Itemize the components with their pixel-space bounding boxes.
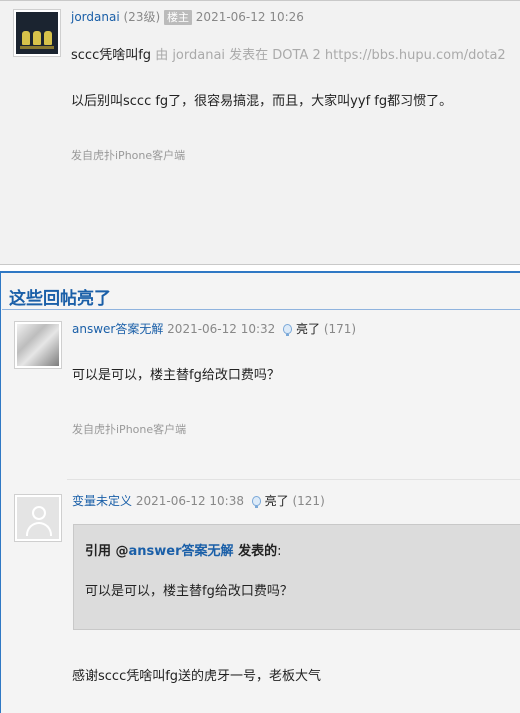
op-title-text: sccc凭啥叫fg [71,48,152,63]
reply-username[interactable]: answer答案无解 [72,322,163,336]
title-divider [2,309,520,310]
highlighted-replies: 这些回帖亮了 answer答案无解 2021-06-12 10:32 亮了 (1… [0,271,520,713]
reply-time: 2021-06-12 10:32 [167,322,276,336]
op-badge: 楼主 [163,10,192,25]
quote-prefix: 引用 @ [85,544,129,559]
quote-colon: : [277,544,282,559]
avatar-image [16,12,58,54]
light-label[interactable]: 亮了 [296,322,320,336]
reply-time: 2021-06-12 10:38 [135,494,244,508]
op-time: 2021-06-12 10:26 [195,10,304,24]
light-bulb-icon[interactable] [251,496,261,508]
light-count: (121) [292,494,325,508]
op-username[interactable]: jordanai [71,10,120,24]
reply-meta: answer答案无解 2021-06-12 10:32 亮了 (171) [72,320,356,337]
reply-meta: 变量未定义 2021-06-12 10:38 亮了 (121) [72,492,325,509]
light-bulb-icon[interactable] [283,324,293,336]
light-count: (171) [323,322,357,336]
avatar-image [17,324,59,366]
op-client: 发自虎扑iPhone客户端 [71,149,186,162]
reply-body: 可以是可以，楼主替fg给改口费吗？ [72,368,280,383]
quote-text: 可以是可以，楼主替fg给改口费吗？ [85,584,293,599]
op-avatar[interactable] [13,9,61,57]
op-title-source: 由 jordanai 发表在 DOTA 2 https://bbs.hupu.c… [155,48,506,63]
op-level: (23级) [123,10,161,24]
light-label[interactable]: 亮了 [265,494,289,508]
op-post: jordanai (23级) 楼主 2021-06-12 10:26 sccc凭… [0,0,520,265]
highlighted-title: 这些回帖亮了 [9,289,111,309]
op-body: 以后别叫sccc fg了，很容易搞混，而且，大家叫yyf fg都习惯了。 [71,94,453,109]
quote-username[interactable]: answer答案无解 [129,544,234,559]
quote-suffix: 发表的 [233,544,278,559]
reply-avatar[interactable] [14,321,62,369]
op-meta: jordanai (23级) 楼主 2021-06-12 10:26 [71,8,304,25]
default-user-icon [17,497,59,539]
reply-client: 发自虎扑iPhone客户端 [72,423,187,436]
op-title: sccc凭啥叫fg 由 jordanai 发表在 DOTA 2 https://… [71,44,506,63]
reply-avatar[interactable] [14,494,62,542]
quote-block: 引用 @answer答案无解 发表的: 可以是可以，楼主替fg给改口费吗？ [73,524,520,630]
quote-header: 引用 @answer答案无解 发表的: [85,540,281,559]
reply-body: 感谢sccc凭啥叫fg送的虎牙一号，老板大气 [72,669,322,684]
reply-divider [67,479,520,480]
reply-username[interactable]: 变量未定义 [72,494,132,508]
